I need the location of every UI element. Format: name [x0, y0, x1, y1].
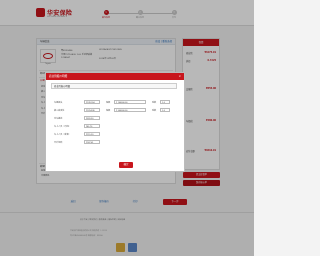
field-value[interactable]: 1.0 — [160, 108, 170, 112]
field-value[interactable]: ¥1254.36 — [84, 108, 100, 112]
field-label: 全车盗抢 — [54, 118, 63, 120]
field-value[interactable]: ¥320.50 — [84, 116, 100, 120]
modal-title: 商业险报价明细 — [46, 73, 184, 80]
field-value[interactable]: 1.0 — [160, 100, 170, 104]
field-label: 系数 — [152, 102, 157, 104]
field-label: 不计免赔 — [54, 142, 63, 144]
field-label: 车辆损失 — [54, 102, 63, 104]
field-value[interactable]: ¥ 500000.00 — [114, 108, 146, 112]
ok-button[interactable]: 确定 — [119, 162, 133, 168]
close-icon[interactable]: × — [178, 73, 181, 80]
field-label: 第三者责任 — [54, 110, 65, 112]
field-value[interactable]: ¥115.20 — [84, 132, 100, 136]
field-value[interactable]: ¥1352.54 — [84, 100, 100, 104]
quote-detail-modal: 商业险报价明细 × 商业险报价明细 车辆损失 ¥1352.54 第三者责任 ¥1… — [45, 72, 185, 172]
field-label: 系数 — [152, 110, 157, 112]
modal-subtitle: 商业险报价明细 — [51, 83, 177, 89]
field-value[interactable]: ¥ 100000.00 — [114, 100, 146, 104]
field-label: 保额 — [106, 110, 111, 112]
field-label: 车上人员（乘客） — [54, 134, 71, 136]
field-label: 保额 — [106, 102, 111, 104]
page: 华安保险 SINOSAFE INSURANCE 1 填写信息 2 确认信息 3 … — [0, 0, 254, 256]
field-value[interactable]: ¥187.61 — [84, 140, 100, 144]
field-value[interactable]: ¥45.70 — [84, 124, 100, 128]
field-label: 车上人员（司机） — [54, 126, 71, 128]
